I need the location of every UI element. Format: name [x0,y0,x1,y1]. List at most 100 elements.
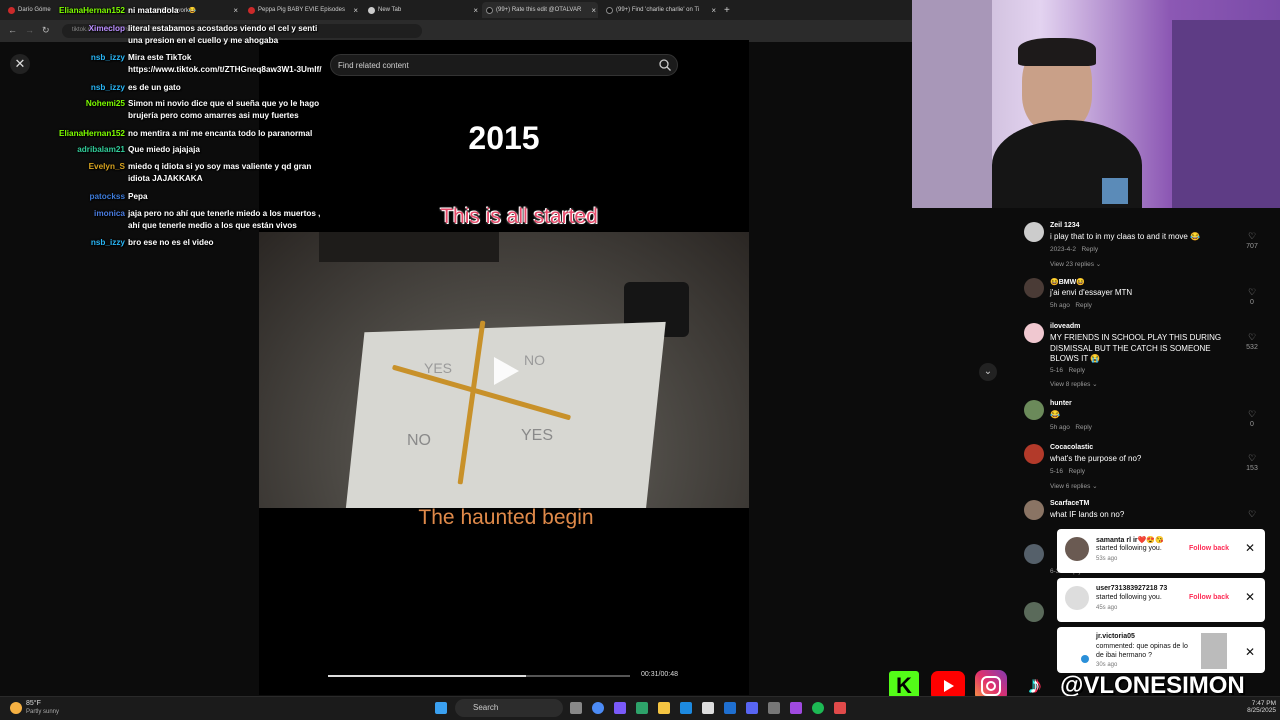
avatar[interactable] [1024,323,1044,343]
follow-back-button[interactable]: Follow back [1189,545,1229,552]
url-field[interactable]: tiktok.com/...charlie%20&t=1756165138038 [62,24,422,38]
avatar[interactable] [1024,602,1044,622]
notification-toast[interactable]: jr.victoria05 commented: que opinas de l… [1057,627,1265,673]
edge-icon[interactable] [636,702,648,714]
system-clock[interactable]: 7:47 PM 8/25/2025 [1236,700,1276,714]
follow-back-button[interactable]: Follow back [1189,594,1229,601]
app-icon[interactable] [702,702,714,714]
store-icon[interactable] [680,702,692,714]
close-icon[interactable]: ✕ [10,54,30,74]
back-icon[interactable]: ← [8,25,17,35]
like-count: 153 [1246,465,1258,472]
like-count: 707 [1246,243,1258,250]
comment-author[interactable]: Zeil 1234 [1050,222,1080,229]
app-icon[interactable] [724,702,736,714]
reply-button[interactable]: Reply [1068,468,1085,475]
avatar[interactable] [1024,544,1044,564]
reply-button[interactable]: Reply [1075,302,1092,309]
close-tab-icon[interactable]: × [473,6,478,15]
close-icon[interactable]: ✕ [1245,590,1255,604]
file-explorer-icon[interactable] [658,702,670,714]
browser-tab[interactable]: New Tab × [364,2,480,18]
weather-desc[interactable]: Partly sunny [26,709,59,715]
chrome-icon[interactable] [592,702,604,714]
close-icon[interactable]: ✕ [1245,645,1255,659]
taskbar-search[interactable]: Search [455,699,563,717]
chevron-down-icon[interactable]: ⌄ [979,363,997,381]
like-count: 0 [1250,421,1254,428]
search-icon[interactable] [658,58,672,72]
reply-button[interactable]: Reply [1068,367,1085,374]
view-replies-button[interactable]: View 6 replies ⌄ [1050,482,1098,490]
view-replies-button[interactable]: View 8 replies ⌄ [1050,380,1098,388]
close-tab-icon[interactable]: × [711,6,716,15]
comment-author[interactable]: ScarfaceTM [1050,500,1089,507]
spotify-icon[interactable] [812,702,824,714]
close-icon[interactable]: ✕ [1245,541,1255,555]
youtube-icon [8,6,15,14]
browser-tab[interactable]: (99+) Find 'charlie charlie' on Ti × [602,2,718,18]
reload-icon[interactable]: ↻ [42,25,50,36]
comment-meta: 5-16 Reply [1050,468,1086,475]
comment-text: MY FRIENDS IN SCHOOL PLAY THIS DURING DI… [1050,333,1222,363]
windows-start-icon[interactable] [435,702,447,714]
avatar[interactable] [1024,444,1044,464]
notification-time: 30s ago [1096,662,1118,668]
browser-tab[interactable]: (99+) Rate this edit @OTALVAR × [482,2,598,18]
chat-username: Evelyn_S [88,162,125,171]
like-count: 532 [1246,344,1258,351]
notification-user: user731383927218 73 [1096,585,1168,592]
reply-button[interactable]: Reply [1075,424,1092,431]
avatar[interactable] [1024,222,1044,242]
like-icon[interactable]: ♡ [1248,409,1256,420]
like-icon[interactable]: ♡ [1248,509,1256,520]
avatar[interactable] [1024,500,1044,520]
notification-toast[interactable]: user731383927218 73 started following yo… [1057,578,1265,622]
comment-author[interactable]: Cocacolastic [1050,444,1093,451]
paper-sheet [342,321,666,508]
app-icon[interactable] [790,702,802,714]
avatar [1065,586,1089,610]
browser-tab[interactable]: Peppa Pig BABY EVIE Episodes × [244,2,360,18]
like-icon[interactable]: ♡ [1248,453,1256,464]
discord-icon[interactable] [746,702,758,714]
comment-author[interactable]: 😆BMW😆 [1050,278,1085,286]
comment-author[interactable]: iloveadm [1050,323,1080,330]
play-icon[interactable] [490,354,522,388]
new-tab-button[interactable]: + [720,2,734,18]
browser-tab[interactable]: al didn't work😂 × [150,2,240,18]
video-thumbnail[interactable] [1201,633,1227,669]
forward-icon[interactable]: → [25,25,34,35]
close-tab-icon[interactable]: × [591,6,596,15]
app-icon[interactable] [834,702,846,714]
notification-time: 53s ago [1096,556,1118,562]
notification-time: 45s ago [1096,605,1118,611]
reply-button[interactable]: Reply [1081,246,1098,253]
comment-text: i play that to in my claas to and it mov… [1050,232,1201,241]
avatar[interactable] [1024,278,1044,298]
view-replies-button[interactable]: View 23 replies ⌄ [1050,260,1101,268]
like-icon[interactable]: ♡ [1248,231,1256,242]
app-icon[interactable] [614,702,626,714]
comment-item: iloveadm MY FRIENDS IN SCHOOL PLAY THIS … [1010,323,1270,393]
paper-yes-label: YES [521,427,554,444]
paper-no-label: NO [407,432,431,449]
search-input[interactable]: Find related content [330,54,678,76]
chat-username: ElianaHernan152 [59,129,125,138]
weather-temp[interactable]: 85°F [26,700,41,707]
notification-toast[interactable]: samanta rl ir❤️😍😘 started following you.… [1057,529,1265,573]
shirt-graphic [1102,178,1128,204]
avatar[interactable] [1024,400,1044,420]
weather-icon[interactable] [10,702,22,714]
like-icon[interactable]: ♡ [1248,287,1256,298]
comment-author[interactable]: hunter [1050,400,1072,407]
browser-tab[interactable]: Darío Góme [4,2,56,18]
comment-item: Zeil 1234 i play that to in my claas to … [1010,222,1270,280]
task-view-icon[interactable] [570,702,582,714]
like-icon[interactable]: ♡ [1248,332,1256,343]
close-tab-icon[interactable]: × [233,6,238,15]
app-icon[interactable] [768,702,780,714]
close-tab-icon[interactable]: × [353,6,358,15]
comment-meta: 5h ago Reply [1050,302,1092,309]
video-caption-bottom: The haunted begin [418,506,594,529]
